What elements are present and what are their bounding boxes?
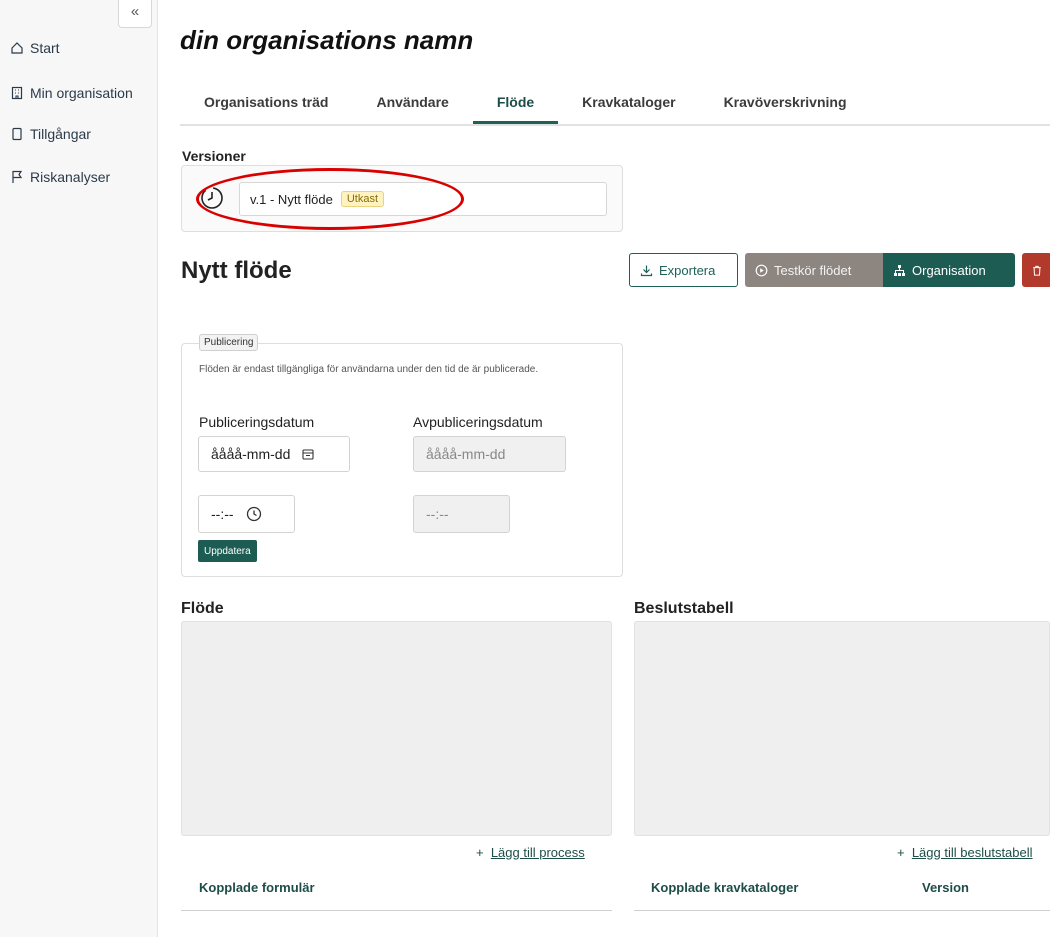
add-decision-table-label: Lägg till beslutstabell — [911, 845, 1033, 860]
organisation-button[interactable]: Organisation — [883, 253, 1015, 287]
linked-forms-header: Kopplade formulär — [199, 880, 315, 895]
collapse-sidebar-button[interactable]: « — [118, 0, 152, 28]
add-process-link[interactable]: + Lägg till process — [476, 845, 585, 860]
hierarchy-icon — [894, 264, 905, 276]
publish-date-placeholder: åååå-mm-dd — [211, 446, 291, 462]
flow-canvas[interactable] — [181, 621, 612, 836]
test-run-button[interactable]: Testkör flödet — [745, 253, 883, 287]
linked-catalogs-header: Kopplade kravkataloger — [651, 880, 799, 895]
flow-title: Nytt flöde — [181, 257, 292, 284]
status-badge: Utkast — [340, 191, 385, 207]
tab-bar: Organisations träd Användare Flöde Kravk… — [180, 82, 1050, 126]
flow-section-title: Flöde — [181, 600, 224, 617]
versions-label: Versioner — [182, 148, 246, 164]
decision-section-title: Beslutstabell — [634, 600, 734, 617]
tab-flode[interactable]: Flöde — [472, 82, 559, 124]
sidebar-item-riskanalyser[interactable]: Riskanalyser — [10, 169, 110, 185]
publishing-legend: Publicering — [199, 334, 259, 351]
divider — [181, 910, 612, 911]
play-circle-icon — [755, 264, 768, 276]
unpublish-date-input[interactable]: åååå-mm-dd — [413, 436, 566, 472]
update-button[interactable]: Uppdatera — [198, 540, 257, 562]
document-icon — [12, 127, 22, 141]
unpublish-date-label: Avpubliceringsdatum — [413, 414, 543, 430]
home-icon — [11, 42, 23, 54]
export-label: Exportera — [659, 262, 716, 278]
clock-icon[interactable] — [246, 506, 262, 522]
decision-table-canvas[interactable] — [634, 621, 1050, 836]
building-icon — [11, 86, 23, 100]
publish-date-label: Publiceringsdatum — [199, 414, 315, 430]
sidebar-item-start[interactable]: Start — [10, 40, 60, 56]
version-select-value: v.1 - Nytt flöde — [250, 191, 333, 207]
publish-time-input[interactable]: --:-- — [198, 495, 295, 533]
page-title: din organisations namn — [180, 25, 474, 55]
version-select[interactable]: v.1 - Nytt flöde Utkast — [239, 182, 607, 216]
versions-panel: v.1 - Nytt flöde Utkast — [181, 165, 623, 232]
flag-icon — [12, 170, 23, 183]
version-column-header: Version — [922, 880, 969, 895]
publish-date-input[interactable]: åååå-mm-dd — [198, 436, 350, 472]
publishing-note: Flöden är endast tillgängliga för använd… — [199, 364, 539, 375]
sidebar-item-min-organisation[interactable]: Min organisation — [10, 85, 133, 101]
add-decision-table-link[interactable]: + Lägg till beslutstabell — [897, 845, 1033, 860]
tab-organisations-trad[interactable]: Organisations träd — [180, 82, 352, 124]
test-run-label: Testkör flödet — [774, 262, 852, 278]
unpublish-date-placeholder: åååå-mm-dd — [426, 446, 506, 462]
export-button[interactable]: Exportera — [629, 253, 738, 287]
publish-time-placeholder: --:-- — [211, 506, 234, 522]
sidebar-item-tillgangar[interactable]: Tillgångar — [10, 126, 91, 142]
tab-kravkataloger[interactable]: Kravkataloger — [558, 82, 699, 124]
divider — [634, 910, 1050, 911]
sidebar: « Start Min organisation Tillgångar Risk… — [0, 0, 158, 937]
sidebar-item-label: Riskanalyser — [30, 169, 111, 185]
unpublish-time-placeholder: --:-- — [426, 506, 449, 522]
tab-kravoverskrivning[interactable]: Kravöverskrivning — [700, 82, 871, 124]
add-process-label: Lägg till process — [490, 845, 585, 860]
sidebar-item-label: Start — [30, 40, 60, 56]
unpublish-time-input[interactable]: --:-- — [413, 495, 510, 533]
trash-icon — [1033, 265, 1041, 276]
history-icon[interactable] — [199, 185, 225, 211]
sidebar-item-label: Min organisation — [30, 85, 133, 101]
calendar-icon[interactable] — [302, 448, 314, 460]
download-icon — [640, 265, 653, 276]
organisation-label: Organisation — [912, 262, 986, 278]
tab-anvandare[interactable]: Användare — [352, 82, 472, 124]
sidebar-item-label: Tillgångar — [30, 126, 91, 142]
delete-button[interactable] — [1022, 253, 1050, 287]
